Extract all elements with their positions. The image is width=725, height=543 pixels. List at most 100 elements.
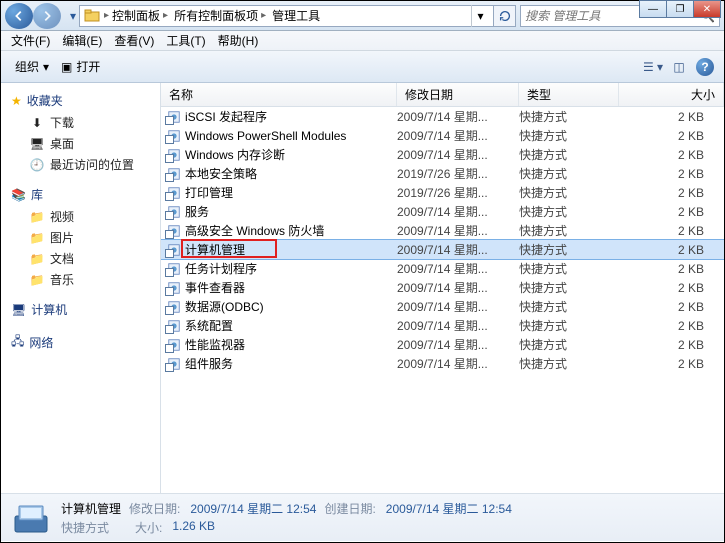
file-row[interactable]: Windows 内存诊断2009/7/14 星期...快捷方式2 KB: [161, 145, 724, 164]
folder-icon: [84, 8, 100, 24]
sidebar-item-videos[interactable]: 📁视频: [1, 206, 160, 227]
shortcut-icon: [165, 223, 183, 239]
shortcut-icon: [165, 204, 183, 220]
sidebar-item-pictures[interactable]: 📁图片: [1, 227, 160, 248]
file-row[interactable]: 高级安全 Windows 防火墙2009/7/14 星期...快捷方式2 KB: [161, 221, 724, 240]
close-button[interactable]: ✕: [693, 0, 721, 18]
minimize-button[interactable]: —: [639, 0, 667, 18]
file-type: 快捷方式: [519, 260, 619, 277]
menu-help[interactable]: 帮助(H): [212, 30, 265, 51]
file-date: 2009/7/14 星期...: [397, 241, 519, 258]
file-row[interactable]: 数据源(ODBC)2009/7/14 星期...快捷方式2 KB: [161, 297, 724, 316]
file-size: 2 KB: [619, 262, 724, 276]
organize-button[interactable]: 组织 ▾: [9, 55, 55, 78]
file-size: 2 KB: [619, 205, 724, 219]
sidebar-item-recent[interactable]: 🕘最近访问的位置: [1, 154, 160, 175]
preview-pane-button[interactable]: ◫: [668, 56, 690, 78]
desktop-icon: 🖥: [29, 136, 45, 152]
file-row[interactable]: 性能监视器2009/7/14 星期...快捷方式2 KB: [161, 335, 724, 354]
file-row[interactable]: 计算机管理2009/7/14 星期...快捷方式2 KB: [161, 240, 724, 259]
view-options-button[interactable]: ☰ ▾: [642, 56, 664, 78]
file-type: 快捷方式: [519, 279, 619, 296]
file-date: 2009/7/14 星期...: [397, 222, 519, 239]
file-size: 2 KB: [619, 281, 724, 295]
column-date[interactable]: 修改日期: [397, 83, 519, 106]
column-type[interactable]: 类型: [519, 83, 619, 106]
sidebar-network-header[interactable]: 🖧网络: [1, 329, 160, 356]
file-name: 打印管理: [183, 184, 397, 201]
file-date: 2009/7/14 星期...: [397, 298, 519, 315]
breadcrumb-item[interactable]: 管理工具: [269, 6, 323, 26]
download-icon: ⬇: [29, 115, 45, 131]
sidebar-favorites-header[interactable]: ★收藏夹: [1, 89, 160, 112]
sidebar-computer-header[interactable]: 🖥计算机: [1, 298, 160, 321]
file-size: 2 KB: [619, 148, 724, 162]
content-pane: 名称 修改日期 类型 大小 iSCSI 发起程序2009/7/14 星期...快…: [161, 83, 724, 493]
breadcrumb-item[interactable]: 所有控制面板项▸: [171, 6, 269, 26]
shortcut-icon: [165, 299, 183, 315]
shortcut-icon: [165, 109, 183, 125]
menu-view[interactable]: 查看(V): [108, 30, 160, 51]
forward-button[interactable]: [33, 3, 61, 29]
open-button[interactable]: ▣ 打开: [55, 55, 106, 78]
file-name: 数据源(ODBC): [183, 298, 397, 315]
address-dropdown[interactable]: ▾: [471, 5, 489, 27]
navigation-pane[interactable]: ★收藏夹 ⬇下载 🖥桌面 🕘最近访问的位置 📚库 📁视频 📁图片 📁文档 📁音乐…: [1, 83, 161, 493]
file-date: 2009/7/14 星期...: [397, 279, 519, 296]
file-type: 快捷方式: [519, 203, 619, 220]
file-type: 快捷方式: [519, 355, 619, 372]
file-row[interactable]: 事件查看器2009/7/14 星期...快捷方式2 KB: [161, 278, 724, 297]
shortcut-icon: [165, 166, 183, 182]
file-list[interactable]: iSCSI 发起程序2009/7/14 星期...快捷方式2 KBWindows…: [161, 107, 724, 493]
file-type: 快捷方式: [519, 241, 619, 258]
shortcut-icon: [165, 356, 183, 372]
star-icon: ★: [11, 94, 22, 108]
file-row[interactable]: 本地安全策略2019/7/26 星期...快捷方式2 KB: [161, 164, 724, 183]
chevron-down-icon: ▾: [43, 60, 49, 74]
file-row[interactable]: 服务2009/7/14 星期...快捷方式2 KB: [161, 202, 724, 221]
maximize-button[interactable]: ❐: [666, 0, 694, 18]
shortcut-icon: [165, 128, 183, 144]
file-size: 2 KB: [619, 186, 724, 200]
back-button[interactable]: [5, 3, 33, 29]
column-size[interactable]: 大小: [619, 83, 724, 106]
file-row[interactable]: 系统配置2009/7/14 星期...快捷方式2 KB: [161, 316, 724, 335]
file-name: 组件服务: [183, 355, 397, 372]
shortcut-icon: [165, 261, 183, 277]
file-type: 快捷方式: [519, 317, 619, 334]
file-row[interactable]: 组件服务2009/7/14 星期...快捷方式2 KB: [161, 354, 724, 373]
file-size: 2 KB: [619, 167, 724, 181]
breadcrumb-item[interactable]: 控制面板▸: [109, 6, 171, 26]
file-name: 任务计划程序: [183, 260, 397, 277]
sidebar-item-downloads[interactable]: ⬇下载: [1, 112, 160, 133]
address-bar[interactable]: ▸ 控制面板▸ 所有控制面板项▸ 管理工具 ▾: [79, 5, 494, 27]
file-size: 2 KB: [619, 129, 724, 143]
help-button[interactable]: ?: [694, 56, 716, 78]
shortcut-icon: [165, 337, 183, 353]
file-name: 事件查看器: [183, 279, 397, 296]
file-size: 2 KB: [619, 224, 724, 238]
file-date: 2009/7/14 星期...: [397, 146, 519, 163]
menu-edit[interactable]: 编辑(E): [56, 30, 108, 51]
menu-file[interactable]: 文件(F): [5, 30, 56, 51]
menu-tools[interactable]: 工具(T): [160, 30, 211, 51]
file-size: 2 KB: [619, 300, 724, 314]
file-size: 2 KB: [619, 338, 724, 352]
file-row[interactable]: 打印管理2019/7/26 星期...快捷方式2 KB: [161, 183, 724, 202]
sidebar-item-documents[interactable]: 📁文档: [1, 248, 160, 269]
sidebar-item-desktop[interactable]: 🖥桌面: [1, 133, 160, 154]
file-row[interactable]: Windows PowerShell Modules2009/7/14 星期..…: [161, 126, 724, 145]
video-icon: 📁: [29, 209, 45, 225]
sidebar-item-music[interactable]: 📁音乐: [1, 269, 160, 290]
file-name: 性能监视器: [183, 336, 397, 353]
column-name[interactable]: 名称: [161, 83, 397, 106]
sidebar-libraries-header[interactable]: 📚库: [1, 183, 160, 206]
column-headers: 名称 修改日期 类型 大小: [161, 83, 724, 107]
file-date: 2009/7/14 星期...: [397, 260, 519, 277]
file-row[interactable]: 任务计划程序2009/7/14 星期...快捷方式2 KB: [161, 259, 724, 278]
file-row[interactable]: iSCSI 发起程序2009/7/14 星期...快捷方式2 KB: [161, 107, 724, 126]
shortcut-icon: [165, 280, 183, 296]
nav-history-dropdown[interactable]: ▾: [67, 4, 79, 28]
recent-icon: 🕘: [29, 157, 45, 173]
refresh-button[interactable]: [494, 5, 516, 27]
